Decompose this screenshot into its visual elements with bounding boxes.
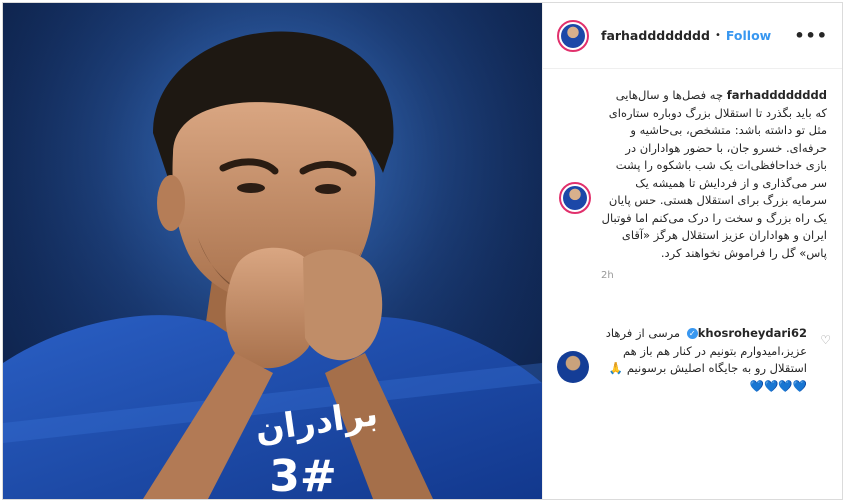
post-caption: farhadddddddd چه فصل‌ها و سال‌هایی که با… (557, 87, 829, 281)
post-photo[interactable]: برادران 3# (3, 3, 542, 499)
more-options-icon[interactable]: ••• (794, 26, 828, 45)
player-illustration: برادران 3# (3, 3, 542, 499)
caption-avatar[interactable] (559, 182, 591, 214)
commenter-username[interactable]: khosroheydari62 (698, 326, 807, 340)
caption-username[interactable]: farhadddddddd (727, 88, 827, 102)
author-avatar[interactable] (557, 19, 589, 52)
jersey-number: 3# (269, 451, 336, 499)
commenter-avatar[interactable] (557, 351, 589, 383)
follow-button[interactable]: Follow (726, 28, 771, 43)
caption-text-block: farhadddddddd چه فصل‌ها و سال‌هایی که با… (601, 87, 827, 262)
post-timestamp[interactable]: 2h (601, 270, 829, 281)
verified-badge-icon: ✓ (686, 328, 698, 339)
like-comment-heart-icon[interactable]: ♡ (820, 333, 831, 347)
caption-text: چه فصل‌ها و سال‌هایی که باید بگذرد تا اس… (601, 88, 827, 260)
post-header: farhadddddddd • Follow ••• (543, 3, 842, 69)
post-sidebar: farhadddddddd • Follow ••• farhadddddddd… (542, 3, 842, 499)
separator-dot: • (714, 30, 721, 41)
comment-body: khosroheydari62✓ مرسی از فرهاد عزیز،امید… (597, 325, 807, 395)
instagram-post: برادران 3# farhadddddddd • Follow ••• fa… (2, 2, 843, 500)
comment-item: khosroheydari62✓ مرسی از فرهاد عزیز،امید… (557, 325, 837, 395)
author-username[interactable]: farhadddddddd (601, 28, 710, 43)
